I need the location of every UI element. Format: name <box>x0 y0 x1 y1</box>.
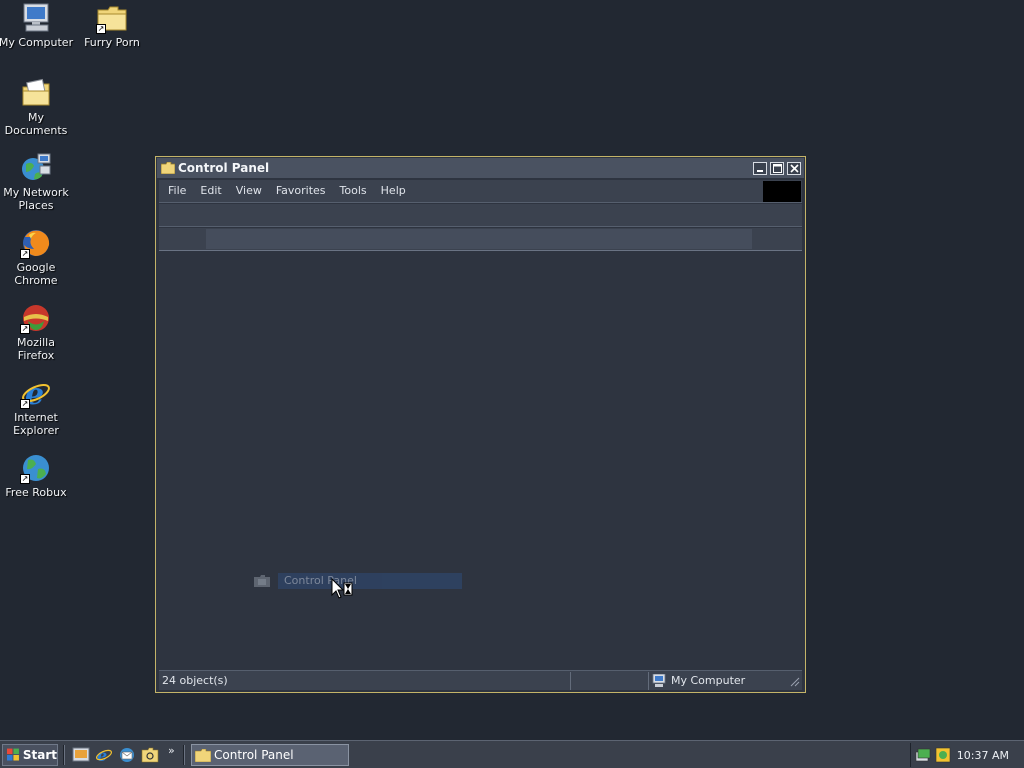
desktop-icon-my-network-places[interactable]: My Network Places <box>0 152 74 212</box>
show-desktop-icon[interactable] <box>72 746 90 764</box>
mouse-pointer-busy-icon <box>331 578 353 599</box>
desktop-icon-internet-explorer[interactable]: e ↗ Internet Explorer <box>0 377 74 437</box>
start-label: Start <box>22 748 57 762</box>
quick-launch-more-chevron[interactable]: » <box>168 744 175 757</box>
dragged-item[interactable]: Control Panel <box>254 573 462 589</box>
start-button[interactable]: Start <box>2 744 58 766</box>
desktop-icon-label: Free Robux <box>5 486 67 499</box>
explorer-search-icon[interactable] <box>141 746 159 764</box>
status-zone-label: My Computer <box>671 673 746 687</box>
taskbar-button-control-panel[interactable]: Control Panel <box>191 744 349 766</box>
address-input[interactable] <box>206 229 752 249</box>
taskbar-separator <box>183 745 185 765</box>
desktop-icon-my-computer[interactable]: My Computer <box>0 2 74 49</box>
desktop-icon-my-documents[interactable]: My Documents <box>0 77 74 137</box>
documents-folder-icon <box>20 77 52 109</box>
status-empty-cell <box>571 671 649 690</box>
folder-icon: ↗ <box>96 2 128 34</box>
shortcut-arrow-icon: ↗ <box>96 24 106 34</box>
desktop-icon-label: My Computer <box>0 36 74 49</box>
network-places-icon <box>20 152 52 184</box>
menu-help[interactable]: Help <box>374 180 413 202</box>
folder-icon <box>161 162 175 174</box>
address-bar <box>159 228 802 251</box>
menu-tools[interactable]: Tools <box>333 180 374 202</box>
maximize-icon <box>772 163 782 173</box>
desktop-icon-label: My Documents <box>4 111 68 137</box>
shortcut-arrow-icon: ↗ <box>20 324 30 334</box>
desktop-icon-free-robux[interactable]: ↗ Free Robux <box>0 452 74 499</box>
computer-icon <box>20 2 52 34</box>
maximize-button[interactable] <box>770 161 784 175</box>
desktop-icon-furry-porn[interactable]: ↗ Furry Porn <box>74 2 150 49</box>
network-connection-icon[interactable] <box>915 747 931 763</box>
window-titlebar[interactable]: Control Panel <box>157 158 804 178</box>
desktop-icon-mozilla-firefox[interactable]: ↗ Mozilla Firefox <box>0 302 74 362</box>
windows-logo-icon <box>7 748 19 761</box>
desktop-icon-label: Google Chrome <box>14 261 58 287</box>
taskbar-button-label: Control Panel <box>214 748 294 762</box>
close-button[interactable] <box>787 161 801 175</box>
shortcut-arrow-icon: ↗ <box>20 249 30 259</box>
menu-bar: File Edit View Favorites Tools Help <box>159 180 802 203</box>
computer-icon <box>652 674 666 687</box>
internet-explorer-icon: e ↗ <box>20 377 52 412</box>
internet-explorer-icon[interactable]: e <box>95 746 113 764</box>
security-shield-icon[interactable] <box>935 747 951 763</box>
firefox-logo-icon: ↗ <box>20 227 52 259</box>
status-bar: 24 object(s) My Computer <box>159 670 802 690</box>
outlook-express-icon[interactable] <box>118 746 136 764</box>
taskbar: Start e » Control Panel 10:37 AM <box>0 740 1024 768</box>
menu-view[interactable]: View <box>229 180 269 202</box>
taskbar-clock[interactable]: 10:37 AM <box>957 749 1009 762</box>
desktop-icon-google-chrome[interactable]: ↗ Google Chrome <box>0 227 74 287</box>
window-title: Control Panel <box>178 161 270 175</box>
desktop-icon-label: Mozilla Firefox <box>17 336 55 362</box>
close-icon <box>789 163 799 173</box>
status-object-count: 24 object(s) <box>159 671 571 690</box>
menu-favorites[interactable]: Favorites <box>269 180 333 202</box>
folder-icon <box>195 748 211 762</box>
menu-edit[interactable]: Edit <box>193 180 228 202</box>
shortcut-arrow-icon: ↗ <box>20 399 30 409</box>
system-tray: 10:37 AM <box>910 743 1024 767</box>
globe-icon: ↗ <box>20 452 52 484</box>
dragged-item-label: Control Panel <box>278 573 462 589</box>
minimize-icon <box>757 170 763 172</box>
menu-file[interactable]: File <box>159 180 193 202</box>
desktop-icon-label: Furry Porn <box>84 36 140 49</box>
desktop-icon-label: Internet Explorer <box>13 411 59 437</box>
windows-throbber <box>763 181 801 202</box>
app-icon: ↗ <box>20 302 52 334</box>
standard-toolbar <box>159 204 802 227</box>
shortcut-arrow-icon: ↗ <box>20 474 30 484</box>
desktop-icon-label: My Network Places <box>3 186 69 212</box>
control-panel-icon <box>254 575 270 587</box>
content-pane[interactable]: Control Panel <box>159 252 802 668</box>
quick-launch-separator <box>63 745 65 765</box>
control-panel-window[interactable]: Control Panel File Edit View Favorites T… <box>155 156 806 693</box>
status-zone: My Computer <box>649 672 788 690</box>
minimize-button[interactable] <box>753 161 767 175</box>
resize-grip-icon[interactable] <box>788 675 800 687</box>
